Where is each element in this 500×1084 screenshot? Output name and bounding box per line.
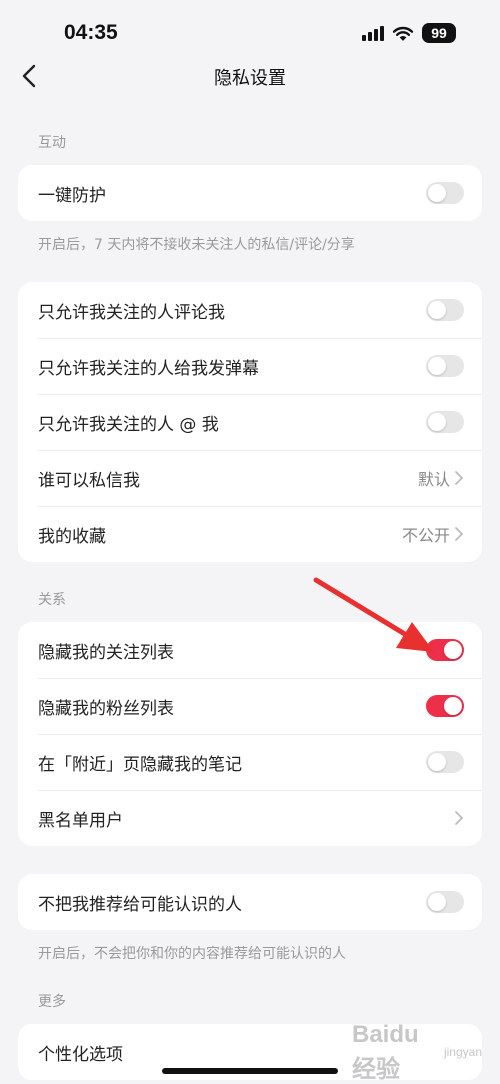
toggle-switch[interactable]: [426, 891, 464, 913]
setting-label: 不把我推荐给可能认识的人: [38, 894, 242, 915]
wifi-icon: [392, 26, 414, 41]
setting-blacklist-users[interactable]: 黑名单用户: [18, 790, 482, 846]
setting-label: 我的收藏: [38, 526, 106, 547]
setting-label: 只允许我关注的人给我发弹幕: [38, 358, 259, 379]
card-interaction-settings: 只允许我关注的人评论我 只允许我关注的人给我发弹幕 只允许我关注的人 @ 我 谁…: [18, 282, 482, 562]
setting-label: 一键防护: [38, 185, 106, 206]
status-icons: 99: [362, 22, 456, 44]
setting-label: 只允许我关注的人评论我: [38, 302, 225, 323]
setting-label: 在「附近」页隐藏我的笔记: [38, 754, 242, 775]
toggle-switch[interactable]: [426, 751, 464, 773]
page-title: 隐私设置: [214, 68, 286, 89]
hint-recommend: 开启后，不会把你和你的内容推荐给可能认识的人: [38, 946, 346, 962]
setting-label: 隐藏我的粉丝列表: [38, 698, 174, 719]
section-header-interaction: 互动: [38, 135, 66, 151]
setting-label: 谁可以私信我: [38, 470, 140, 491]
watermark-logo: Baidu经验: [352, 1020, 419, 1083]
setting-danmaku-followed-only[interactable]: 只允许我关注的人给我发弹幕: [18, 338, 482, 394]
card-recommend: 不把我推荐给可能认识的人: [18, 874, 482, 930]
nav-bar: 隐私设置: [0, 56, 500, 96]
setting-hide-notes-nearby[interactable]: 在「附近」页隐藏我的笔记: [18, 734, 482, 790]
hint-one-key-protect: 开启后，7 天内将不接收未关注人的私信/评论/分享: [38, 237, 355, 253]
setting-hide-follower-list[interactable]: 隐藏我的粉丝列表: [18, 678, 482, 734]
setting-my-favorites[interactable]: 我的收藏 不公开: [18, 506, 482, 562]
status-bar: 04:35 99: [0, 0, 500, 62]
setting-value: 默认: [417, 470, 450, 489]
watermark: Baidu经验 jingyan: [352, 1021, 482, 1083]
toggle-switch[interactable]: [426, 355, 464, 377]
signal-icon: [362, 25, 384, 41]
chevron-right-icon: [455, 811, 463, 825]
setting-label: 黑名单用户: [38, 810, 123, 831]
card-one-key-protect: 一键防护: [18, 165, 482, 221]
setting-who-can-message[interactable]: 谁可以私信我 默认: [18, 450, 482, 506]
home-indicator: [162, 1068, 338, 1074]
setting-label: 只允许我关注的人 @ 我: [38, 414, 219, 435]
battery-indicator: 99: [422, 23, 456, 43]
section-header-relations: 关系: [38, 592, 66, 608]
chevron-right-icon: [455, 527, 463, 541]
toggle-switch[interactable]: [426, 182, 464, 204]
setting-value: 不公开: [401, 526, 450, 545]
chevron-right-icon: [455, 471, 463, 485]
watermark-sub: jingyan: [443, 1044, 482, 1059]
toggle-switch[interactable]: [426, 411, 464, 433]
annotation-arrow-icon: [313, 577, 434, 652]
toggle-switch[interactable]: [426, 299, 464, 321]
status-time: 04:35: [64, 21, 118, 44]
setting-no-recommend[interactable]: 不把我推荐给可能认识的人: [18, 874, 482, 930]
setting-mention-followed-only[interactable]: 只允许我关注的人 @ 我: [18, 394, 482, 450]
setting-comment-followed-only[interactable]: 只允许我关注的人评论我: [18, 282, 482, 338]
section-header-more: 更多: [38, 994, 66, 1010]
toggle-switch[interactable]: [426, 695, 464, 717]
setting-one-key-protect[interactable]: 一键防护: [18, 165, 482, 221]
